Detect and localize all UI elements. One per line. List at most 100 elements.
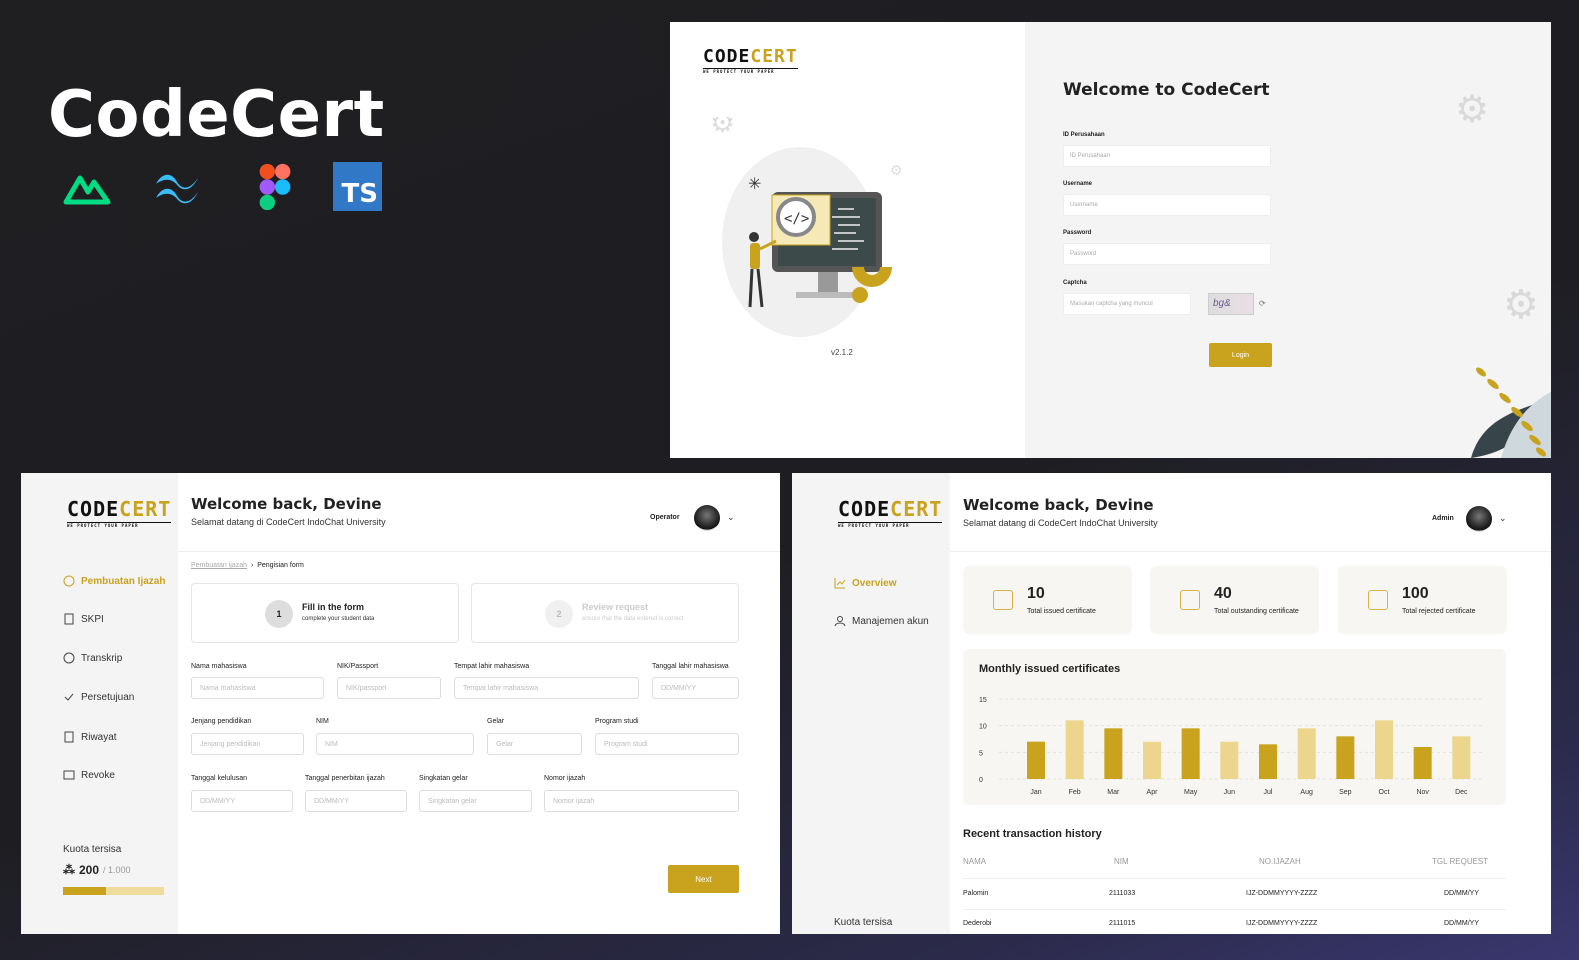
bar-dec[interactable] [1452,736,1471,779]
bar-aug[interactable] [1297,728,1316,779]
cell-no-ijazah: IJZ-DDMMYYYY-ZZZZ [1246,920,1318,927]
rejected-doc-icon [1368,590,1388,610]
issue-date-input[interactable]: DD/MM/YY [305,790,407,812]
company-id-input[interactable]: ID Perusahaan [1063,145,1271,167]
graduation-date-input[interactable]: DD/MM/YY [191,790,293,812]
recent-history-title: Recent transaction history [963,828,1102,840]
login-title: Welcome to CodeCert [1063,80,1270,100]
x-tick-label: Oct [1379,789,1390,796]
x-tick-label: Sep [1339,789,1352,796]
birthdate-input[interactable]: DD/MM/YY [652,677,739,699]
login-button[interactable]: Login [1209,343,1272,367]
stat-value: 100 [1402,585,1429,602]
sidebar-item-label: SKPI [81,613,104,625]
company-id-label: ID Perusahaan [1063,132,1105,138]
step-fill-form: 1 Fill in the form complete your student… [191,583,459,643]
codecert-logo: CODECERT WE PROTECT YOUR PAPER [67,497,172,528]
sidebar-item-label: Pembuatan Ijazah [81,575,166,587]
avatar[interactable] [1466,506,1492,532]
typescript-icon: TS [333,162,382,211]
nim-input[interactable]: NIM [316,733,474,755]
degree-abbrev-label: Singkatan gelar [419,775,468,782]
page-subtitle: Selamat datang di CodeCert IndoChat Univ… [963,518,1158,528]
certificate-icon [63,575,75,587]
x-tick-label: Jun [1224,789,1235,796]
chevron-down-icon[interactable]: ⌄ [727,512,735,523]
sidebar-item-label: Manajemen akun [852,615,929,627]
bar-feb[interactable] [1065,720,1084,779]
bar-jun[interactable] [1220,741,1239,779]
stat-value: 40 [1214,585,1232,602]
x-tick-label: May [1184,789,1198,796]
degree-abbrev-input[interactable]: Singkatan gelar [419,790,532,812]
gear-icon: ⚙ [1503,283,1539,327]
sidebar-item-overview[interactable]: Overview [834,577,896,589]
avatar[interactable] [694,505,720,531]
student-name-input[interactable]: Nama mahasiswa [191,677,324,699]
admin-overview-screen: CODECERT WE PROTECT YOUR PAPER Overview M… [792,473,1551,934]
degree-input[interactable]: Gelar [487,733,582,755]
birthplace-label: Tempat lahir mahasiswa [454,663,530,670]
monthly-chart-card: Monthly issued certificates 0 5 10 15 Jan Feb… [963,649,1506,805]
column-header-nama: NAMA [963,857,987,866]
bar-apr[interactable] [1143,741,1161,779]
next-button[interactable]: Next [668,865,739,893]
birthplace-input[interactable]: Tempat lahir mahasiswa [454,677,639,699]
education-level-input[interactable]: Jenjang pendidikan [191,733,304,755]
chevron-down-icon[interactable]: ⌄ [1499,513,1507,524]
captcha-label: Captcha [1063,280,1087,286]
page-title: Welcome back, Devine [191,495,382,513]
svg-text:⚙: ⚙ [890,162,903,178]
bar-nov[interactable] [1413,747,1432,779]
nim-label: NIM [316,718,329,725]
quota-progress-bar [63,887,164,895]
developer-illustration: ⚙ ⚙ </> ✳ [710,117,903,337]
bar-jul[interactable] [1259,744,1277,779]
sidebar-item-persetujuan[interactable]: Persetujuan [63,691,134,703]
username-input[interactable]: Username [1063,194,1271,216]
sidebar-item-transkrip[interactable]: Transkrip [63,652,122,664]
student-name-label: Nama mahasiswa [191,663,247,670]
birthdate-label: Tanggal lahir mahasiswa [652,663,729,670]
figma-icon [259,163,291,211]
sidebar-item-skpi[interactable]: SKPI [63,613,104,625]
sidebar-item-manajemen-akun[interactable]: Manajemen akun [834,615,929,627]
nik-passport-input[interactable]: NIK/passport [337,677,441,699]
diploma-number-label: Nomor ijazah [544,775,586,782]
approval-icon [64,693,74,701]
stat-value: 10 [1027,585,1045,602]
sidebar-item-label: Revoke [81,769,115,781]
stat-card-rejected: 100 Total rejected certificate [1338,566,1507,634]
breadcrumb-parent[interactable]: Pembuatan ijazah [191,562,247,569]
captcha-input[interactable]: Masukan captcha yang muncul [1063,293,1191,315]
password-input[interactable]: Password [1063,243,1271,265]
sidebar-item-pembuatan-ijazah[interactable]: Pembuatan Ijazah [63,575,165,587]
study-program-input[interactable]: Program studi [595,733,739,755]
page-title: Welcome back, Devine [963,496,1154,514]
tailwind-icon [156,174,198,204]
sidebar-item-revoke[interactable]: Revoke [63,769,115,781]
bar-sep[interactable] [1336,736,1355,779]
quota-value: 200 [79,863,100,877]
user-role: Operator [650,514,680,521]
issue-date-label: Tanggal penerbitan ijazah [305,775,385,782]
bar-oct[interactable] [1375,720,1393,779]
cell-tgl-request: DD/MM/YY [1444,890,1479,897]
svg-text:</>: </> [784,211,809,227]
bar-jan[interactable] [1027,741,1045,779]
sidebar-item-riwayat[interactable]: Riwayat [63,731,117,743]
x-tick-label: Dec [1455,789,1468,796]
gear-icon: ⚙ [1455,89,1490,131]
refresh-icon[interactable]: ⟳ [1259,299,1266,308]
badge-icon [63,652,75,664]
diploma-number-input[interactable]: Nomor ijazah [544,790,739,812]
bar-mar[interactable] [1104,728,1123,779]
x-tick-label: Apr [1147,789,1159,796]
sidebar-item-label: Overview [852,577,897,589]
bar-may[interactable] [1181,728,1200,779]
step-review-request: 2 Review request ensure that the data en… [471,583,739,643]
award-icon [1180,590,1200,610]
y-tick-label: 10 [979,724,987,731]
cell-nim: 2111033 [1109,890,1136,897]
study-program-label: Program studi [595,718,639,725]
